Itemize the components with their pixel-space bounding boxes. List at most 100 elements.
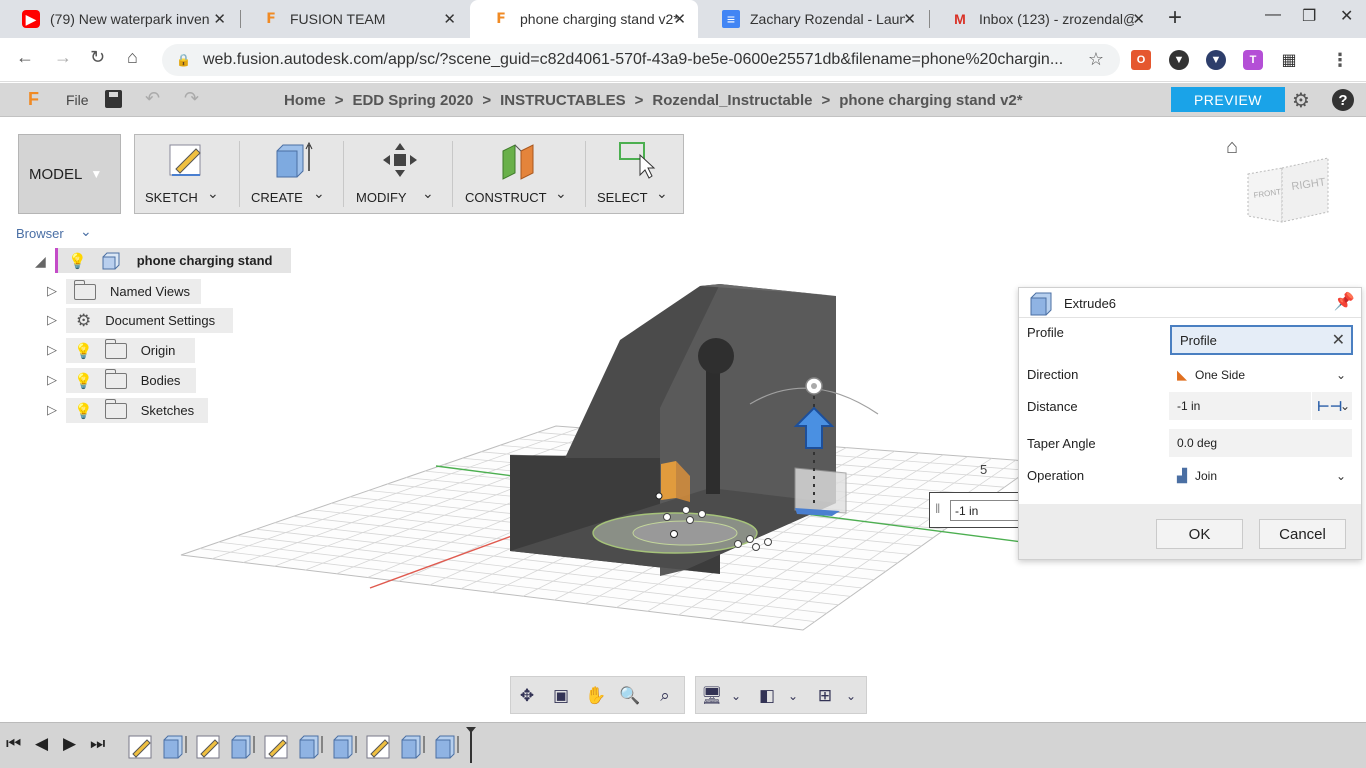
timeline-last-icon[interactable]: ⏭ [90, 734, 105, 754]
save-icon[interactable] [105, 90, 122, 108]
cancel-button[interactable]: Cancel [1259, 519, 1346, 549]
close-tab-icon[interactable]: ✕ [673, 10, 686, 28]
create-tool[interactable]: CREATE ⌄ [240, 135, 343, 213]
url-text[interactable]: web.fusion.autodesk.com/app/sc/?scene_gu… [203, 51, 1063, 69]
expand-triangle-icon[interactable]: ▷ [47, 283, 57, 299]
direction-select[interactable]: ◣ One Side ⌄ [1169, 361, 1352, 389]
close-tab-icon[interactable]: ✕ [1132, 10, 1145, 28]
breadcrumb-item-home[interactable]: Home [284, 92, 326, 109]
chevron-down-icon[interactable]: ⌄ [555, 185, 567, 202]
chevron-down-icon[interactable]: ⌄ [313, 185, 325, 202]
chevron-down-icon[interactable]: ⌄ [207, 185, 219, 202]
tree-item-named-views[interactable]: Named Views [66, 279, 201, 304]
timeline-marker[interactable] [466, 727, 476, 763]
sketch-tool[interactable]: SKETCH ⌄ [135, 135, 239, 213]
chrome-menu-icon[interactable]: ⋮ [1330, 50, 1350, 70]
display-settings-icon[interactable]: 🖥 [699, 684, 725, 708]
home-page-icon[interactable]: ⌂ [127, 47, 138, 68]
tab-google-docs[interactable]: ≡ Zachary Rozendal - Launc ✕ [700, 0, 928, 38]
breadcrumb-item-project[interactable]: EDD Spring 2020 [352, 92, 473, 109]
chevron-down-icon[interactable]: ⌄ [656, 185, 668, 202]
profile-selection-field[interactable]: Profile ✕ [1170, 325, 1353, 355]
office-extension-icon[interactable]: O [1131, 50, 1151, 70]
visibility-bulb-icon[interactable]: 💡 [74, 372, 93, 390]
tab-youtube[interactable]: ▶ (79) New waterpark inven ✕ [0, 0, 238, 38]
chevron-down-icon[interactable]: ⌄ [838, 684, 864, 708]
modify-tool[interactable]: MODIFY ⌄ [344, 135, 452, 213]
timeline-extrude-icon[interactable] [400, 733, 426, 759]
browser-panel-title[interactable]: Browser [16, 226, 64, 241]
tree-item-bodies[interactable]: 💡 Bodies [66, 368, 196, 393]
pin-icon[interactable]: 📌 [1334, 292, 1355, 312]
expand-triangle-icon[interactable]: ▷ [47, 342, 57, 358]
taper-angle-input[interactable]: 0.0 deg [1169, 429, 1352, 457]
settings-gear-icon[interactable]: ⚙ [1292, 88, 1310, 113]
look-at-icon[interactable]: ▣ [548, 684, 574, 708]
grid-extension-icon[interactable]: ▦ [1279, 50, 1299, 70]
viewports-grid-icon[interactable]: ⊞ [812, 684, 838, 708]
tree-root-component[interactable]: 💡 phone charging stand [55, 248, 291, 273]
tree-item-origin[interactable]: 💡 Origin [66, 338, 195, 363]
operation-select[interactable]: ▟ Join ⌄ [1169, 462, 1352, 490]
dialog-header[interactable]: Extrude6 📌 [1019, 288, 1361, 318]
close-tab-icon[interactable]: ✕ [213, 10, 226, 28]
minimize-icon[interactable]: — [1265, 6, 1281, 24]
close-tab-icon[interactable]: ✕ [443, 10, 456, 28]
timeline-extrude-icon[interactable] [434, 733, 460, 759]
zoom-icon[interactable]: 🔍 [617, 684, 643, 708]
visual-style-icon[interactable]: ◧ [754, 684, 780, 708]
timeline-sketch-icon[interactable] [366, 733, 392, 759]
chevron-down-icon[interactable]: ⌄ [422, 185, 434, 202]
fusion-logo-icon[interactable]: F [28, 89, 39, 110]
timeline-extrude-icon[interactable] [230, 733, 256, 759]
close-tab-icon[interactable]: ✕ [903, 10, 916, 28]
preview-button[interactable]: PREVIEW [1171, 87, 1285, 112]
design-canvas[interactable]: 5 MODEL ▼ SKETCH ⌄ CREATE ⌄ MODIFY ⌄ CON… [0, 118, 1366, 722]
zoom-window-icon[interactable]: ⌕ [652, 684, 678, 708]
view-cube[interactable]: FRONT RIGHT [1244, 154, 1330, 228]
tab-gmail[interactable]: M Inbox (123) - zrozendal@ ✕ [929, 0, 1157, 38]
tab-fusion-team[interactable]: F FUSION TEAM ✕ [240, 0, 468, 38]
clear-selection-icon[interactable]: ✕ [1332, 330, 1345, 350]
redo-icon[interactable]: ↷ [184, 88, 199, 109]
tree-item-sketches[interactable]: 💡 Sketches [66, 398, 208, 423]
timeline-play-icon[interactable]: ▶ [63, 734, 76, 754]
vpn-extension-icon[interactable]: ▼ [1206, 50, 1226, 70]
select-tool[interactable]: SELECT ⌄ [586, 135, 684, 213]
undo-icon[interactable]: ↶ [145, 88, 160, 109]
expand-triangle-icon[interactable]: ▷ [47, 312, 57, 328]
expand-triangle-icon[interactable]: ▷ [47, 372, 57, 388]
chevron-down-icon[interactable]: ⌄ [80, 223, 92, 240]
tree-item-document-settings[interactable]: ⚙ Document Settings [66, 308, 233, 333]
ok-button[interactable]: OK [1156, 519, 1243, 549]
distance-input[interactable]: -1 in [1169, 392, 1311, 420]
omnibox[interactable]: 🔒 web.fusion.autodesk.com/app/sc/?scene_… [162, 44, 1120, 76]
visibility-bulb-icon[interactable]: 💡 [74, 402, 93, 420]
home-view-icon[interactable]: ⌂ [1226, 136, 1238, 159]
measure-dropdown[interactable]: ⊢⊣ ⌄ [1312, 392, 1352, 420]
restore-icon[interactable]: ❐ [1302, 6, 1316, 26]
timeline-extrude-icon[interactable] [298, 733, 324, 759]
collapse-triangle-icon[interactable]: ◢ [35, 253, 46, 270]
expand-triangle-icon[interactable]: ▷ [47, 402, 57, 418]
puzzle-extension-icon[interactable]: T [1243, 50, 1263, 70]
chevron-down-icon[interactable]: ⌄ [723, 684, 749, 708]
close-window-icon[interactable]: ✕ [1340, 6, 1353, 26]
construct-tool[interactable]: CONSTRUCT ⌄ [453, 135, 585, 213]
timeline-sketch-icon[interactable] [196, 733, 222, 759]
tab-phone-charging-stand[interactable]: F phone charging stand v2* ✕ [470, 0, 698, 38]
back-icon[interactable]: ← [16, 47, 34, 68]
pan-hand-icon[interactable]: ✋ [583, 684, 609, 708]
forward-icon[interactable]: → [54, 47, 72, 68]
drag-handle-icon[interactable]: ‖ [935, 501, 940, 516]
workspace-model-button[interactable]: MODEL ▼ [18, 134, 121, 214]
help-icon[interactable]: ? [1332, 89, 1354, 111]
timeline-sketch-icon[interactable] [264, 733, 290, 759]
shield-extension-icon[interactable]: ▼ [1169, 50, 1189, 70]
timeline-previous-icon[interactable]: ◀ [35, 734, 48, 754]
timeline-extrude-icon[interactable] [162, 733, 188, 759]
file-menu[interactable]: File [66, 92, 89, 108]
breadcrumb-item-folder[interactable]: INSTRUCTABLES [500, 92, 626, 109]
bookmark-star-icon[interactable]: ☆ [1088, 49, 1104, 70]
reload-icon[interactable]: ↻ [90, 47, 105, 68]
